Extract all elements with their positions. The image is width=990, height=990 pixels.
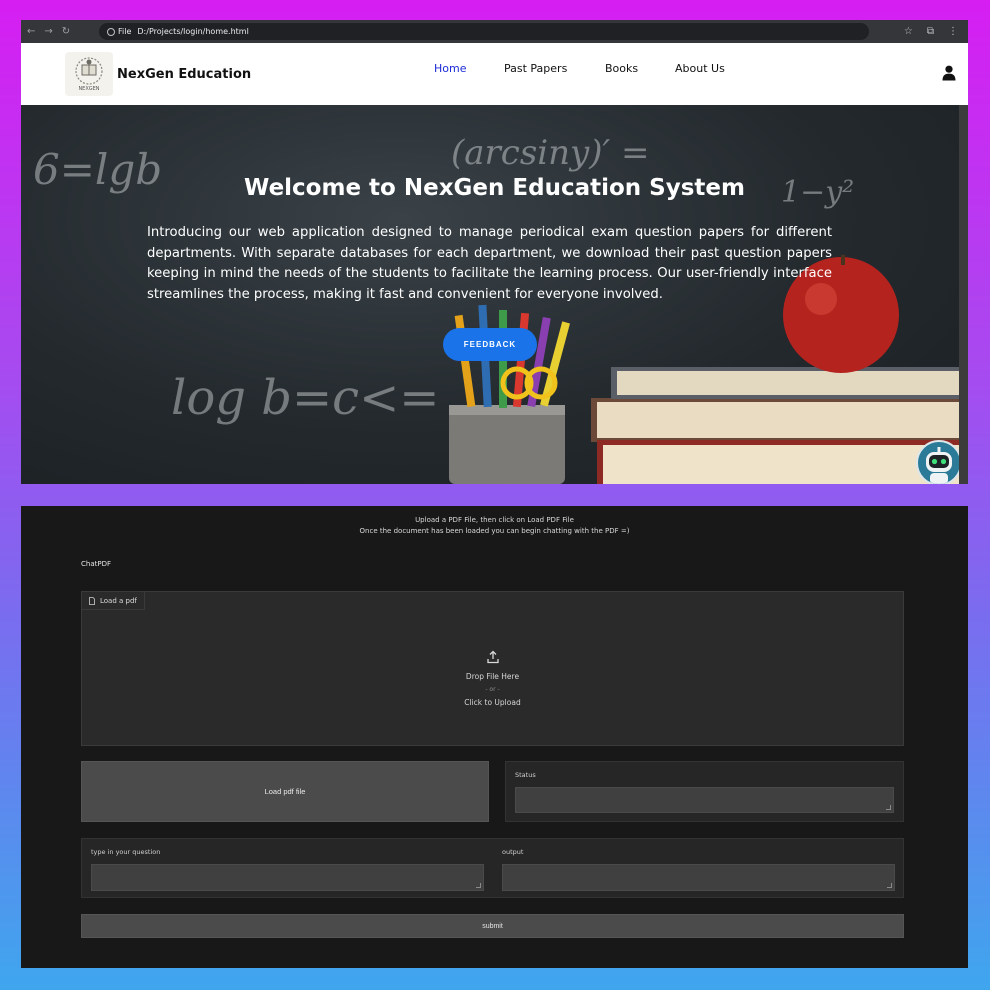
logo-emblem-icon: NEXGEN (75, 57, 103, 92)
instructions: Upload a PDF File, then click on Load PD… (21, 515, 968, 537)
load-pdf-button[interactable]: Load pdf file (81, 761, 489, 822)
user-account-icon[interactable] (942, 65, 956, 81)
question-label: type in your question (91, 848, 161, 856)
browser-nav: ← → ↻ (27, 26, 99, 37)
qa-panel: type in your question output (81, 838, 904, 898)
reload-icon[interactable]: ↻ (62, 26, 70, 37)
chalk-formula-2: (arcsiny)′ = (451, 133, 650, 173)
chatbot-launcher[interactable] (916, 440, 962, 484)
output-textarea[interactable] (502, 864, 895, 891)
menu-dots-icon[interactable]: ⋮ (948, 26, 958, 37)
brand-logo[interactable]: NEXGEN (65, 52, 113, 96)
site-info-chip[interactable]: File (107, 27, 131, 36)
feedback-button[interactable]: FEEDBACK (443, 328, 537, 361)
dropzone-hint: Drop File Here - or - Click to Upload (82, 650, 903, 709)
app-title: ChatPDF (81, 560, 111, 568)
upload-tag: Load a pdf (82, 592, 145, 610)
resize-grip-icon[interactable] (887, 883, 892, 888)
hero-description: Introducing our web application designed… (147, 225, 832, 302)
question-input[interactable] (91, 864, 484, 891)
scheme-label: File (118, 27, 132, 36)
address-bar[interactable]: File D:/Projects/login/home.html (99, 23, 869, 40)
click-to-upload-text: Click to Upload (464, 698, 521, 707)
page-scrollbar[interactable] (959, 105, 968, 484)
browser-actions: ☆ ⧉ ⋮ (904, 26, 962, 37)
resize-grip-icon[interactable] (886, 805, 891, 810)
upload-tag-label: Load a pdf (100, 596, 137, 605)
hero-section: 6=lgb (arcsiny)′ = log b=c<= 1−y² Welcom… (21, 105, 968, 484)
hero-title: Welcome to NexGen Education System (244, 175, 745, 201)
main-nav: Home Past Papers Books About Us (434, 62, 725, 75)
status-label: Status (515, 771, 536, 779)
file-icon (89, 596, 95, 605)
nav-about-us[interactable]: About Us (675, 62, 725, 75)
or-separator: - or - (485, 686, 500, 693)
upload-icon (486, 650, 499, 664)
url-text: D:/Projects/login/home.html (137, 27, 249, 36)
drop-file-text: Drop File Here (465, 672, 520, 681)
nav-home[interactable]: Home (434, 62, 504, 75)
robot-icon (926, 447, 952, 484)
back-icon[interactable]: ← (27, 26, 35, 37)
instructions-line-1: Upload a PDF File, then click on Load PD… (415, 516, 574, 524)
chatpdf-screenshot: Upload a PDF File, then click on Load PD… (21, 506, 968, 968)
forward-icon[interactable]: → (44, 26, 52, 37)
resize-grip-icon[interactable] (476, 883, 481, 888)
status-textarea[interactable] (515, 787, 894, 813)
nav-books[interactable]: Books (605, 62, 675, 75)
pdf-dropzone[interactable]: Load a pdf Drop File Here - or - Click t… (81, 591, 904, 746)
submit-button[interactable]: submit (81, 914, 904, 938)
output-label: output (502, 848, 524, 856)
logo-text: NEXGEN (78, 86, 99, 92)
browser-toolbar: ← → ↻ File D:/Projects/login/home.html ☆… (21, 20, 968, 43)
brand-name[interactable]: NexGen Education (117, 67, 251, 82)
status-panel: Status (505, 761, 904, 822)
website-screenshot: ← → ↻ File D:/Projects/login/home.html ☆… (21, 20, 968, 484)
extensions-icon[interactable]: ⧉ (927, 26, 934, 37)
instructions-line-2: Once the document has been loaded you ca… (359, 527, 630, 535)
info-icon (107, 27, 115, 36)
site-header: NEXGEN NexGen Education Home Past Papers… (21, 43, 968, 105)
chalk-formula-3: log b=c<= (171, 370, 440, 426)
nav-past-papers[interactable]: Past Papers (504, 62, 605, 75)
bookmark-star-icon[interactable]: ☆ (904, 26, 913, 37)
